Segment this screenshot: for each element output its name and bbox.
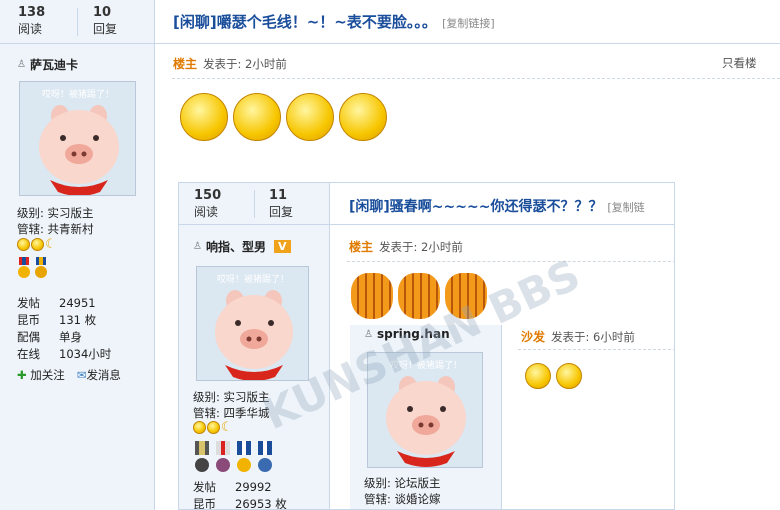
replies-label: 回复	[93, 22, 118, 36]
spouse-value: 单身	[59, 330, 82, 344]
user-icon: ♙	[17, 59, 26, 70]
smile-emoticon-icon	[525, 363, 551, 389]
avatar-caption: 哎呀！被猪踢了！	[42, 88, 114, 100]
author-name[interactable]: 萨瓦迪卡	[30, 56, 78, 73]
rank-icons: ☾	[17, 238, 57, 251]
post-time: 发表于: 2小时前	[203, 56, 287, 71]
sun-icon	[17, 238, 30, 251]
grin-emoticon-icon	[180, 93, 228, 141]
sun-icon	[207, 421, 220, 434]
smile-emoticon-icon	[556, 363, 582, 389]
rank-icons: ☾	[193, 421, 233, 434]
avatar-caption: 哎呀！被猪踢了！	[217, 273, 289, 285]
author-level: 级别: 论坛版主	[364, 476, 441, 490]
grin-emoticon-icon	[286, 93, 334, 141]
grin-emoticon-icon	[233, 93, 281, 141]
post-divider	[347, 261, 674, 262]
post-divider	[518, 349, 674, 350]
posts-value: 24951	[59, 296, 96, 310]
follow-label: 加关注	[30, 368, 65, 382]
medals	[17, 257, 48, 279]
copy-link-button[interactable]: [复制链	[607, 201, 644, 214]
avatar[interactable]: 哎呀！被猪踢了！	[19, 81, 136, 196]
replies-label: 回复	[269, 205, 294, 219]
user-icon: ♙	[193, 241, 202, 252]
avatar[interactable]: 哎呀！被猪踢了！	[196, 266, 309, 381]
thread-title-text: [闲聊]骚春啊~~~~~你还得瑟不？？？	[349, 199, 603, 215]
post-meta: 楼主 发表于: 2小时前	[173, 55, 287, 72]
sun-icon	[193, 421, 206, 434]
plus-icon: ✚	[17, 368, 27, 382]
thread-title: [闲聊]嚼瑟个毛线！~！~表不要脸。。。 [复制链接]	[173, 11, 495, 32]
post-meta: 楼主 发表于: 2小时前	[349, 238, 463, 255]
user-icon: ♙	[364, 328, 373, 340]
post-meta: 沙发 发表于: 6小时前	[521, 328, 635, 345]
medal-icon	[18, 257, 30, 278]
author-level: 级别: 实习版主	[17, 206, 94, 220]
pig-avatar-image: 哎呀！被猪踢了！	[197, 267, 308, 380]
medals	[193, 441, 274, 473]
post-time: 发表于: 2小时前	[379, 239, 463, 254]
stats-divider	[77, 8, 78, 36]
views-count: 150	[194, 188, 222, 203]
thread-title: [闲聊]骚春啊~~~~~你还得瑟不？？？ [复制链	[349, 196, 645, 216]
grin-emoticon-icon	[339, 93, 387, 141]
spouse-key: 配偶	[17, 330, 40, 344]
coins-key: 昆币	[193, 497, 216, 510]
views-label: 阅读	[18, 22, 43, 36]
views-stat: 150 阅读	[194, 188, 221, 220]
envelope-icon: ✉	[76, 368, 87, 382]
medal-icon	[35, 257, 47, 278]
floor-badge: 沙发	[521, 330, 546, 344]
post-time: 发表于: 6小时前	[551, 329, 635, 344]
author-name[interactable]: 响指、型男	[206, 238, 266, 255]
views-stat: 138 阅读	[18, 5, 45, 37]
replies-count: 10	[93, 5, 112, 20]
sun-icon	[31, 238, 44, 251]
posts-key: 发帖	[193, 480, 216, 494]
medal-icon	[195, 441, 209, 472]
views-count: 138	[18, 5, 46, 20]
posts-value: 29992	[235, 480, 272, 494]
message-label: 发消息	[86, 368, 121, 382]
author-stats: 发帖 24951 昆币 131 枚 配偶 单身 在线 1034小时	[17, 295, 111, 363]
author-name-row: ♙ 萨瓦迪卡	[17, 56, 78, 73]
floor-badge: 楼主	[173, 57, 198, 71]
medal-icon	[258, 441, 272, 472]
replies-stat: 11 回复	[269, 188, 293, 220]
coins-key: 昆币	[17, 313, 40, 327]
follow-button[interactable]: ✚ 加关注	[17, 367, 65, 383]
medal-icon	[216, 441, 230, 472]
author-stats: 发帖 29992 昆币 26953 枚	[193, 479, 287, 510]
posts-key: 发帖	[17, 296, 40, 310]
only-view-author-link[interactable]: 只看楼	[722, 55, 757, 71]
message-button[interactable]: ✉发消息	[77, 367, 121, 383]
views-label: 阅读	[194, 205, 219, 219]
post-emoticons	[525, 363, 582, 389]
coins-value: 26953 枚	[235, 497, 287, 510]
author-actions: ✚ 加关注 ✉发消息	[17, 367, 121, 383]
medal-icon	[237, 441, 251, 472]
copy-link-button[interactable]: [复制链接]	[442, 17, 495, 30]
online-value: 1034小时	[59, 347, 112, 361]
thread-title-text: [闲聊]嚼瑟个毛线！~！~表不要脸。。。	[173, 13, 437, 31]
vip-badge: V	[273, 240, 291, 253]
replies-count: 11	[269, 188, 288, 203]
moon-icon: ☾	[221, 420, 233, 435]
author-manage: 管辖: 共青新村	[17, 222, 94, 236]
replies-stat: 10 回复	[93, 5, 117, 37]
online-key: 在线	[17, 347, 40, 361]
moon-icon: ☾	[45, 237, 57, 252]
pig-avatar-image: 哎呀！被猪踢了！	[20, 82, 135, 195]
tiger-emoticon-icon	[351, 273, 393, 319]
stats-divider	[254, 190, 255, 218]
author-manage: 管辖: 谈婚论嫁	[364, 492, 441, 506]
author-name-row: ♙ 响指、型男 V	[193, 238, 291, 255]
post-divider	[172, 78, 780, 79]
post-emoticons	[180, 93, 387, 141]
floor-badge: 楼主	[349, 240, 374, 254]
coins-value: 131 枚	[59, 313, 97, 327]
